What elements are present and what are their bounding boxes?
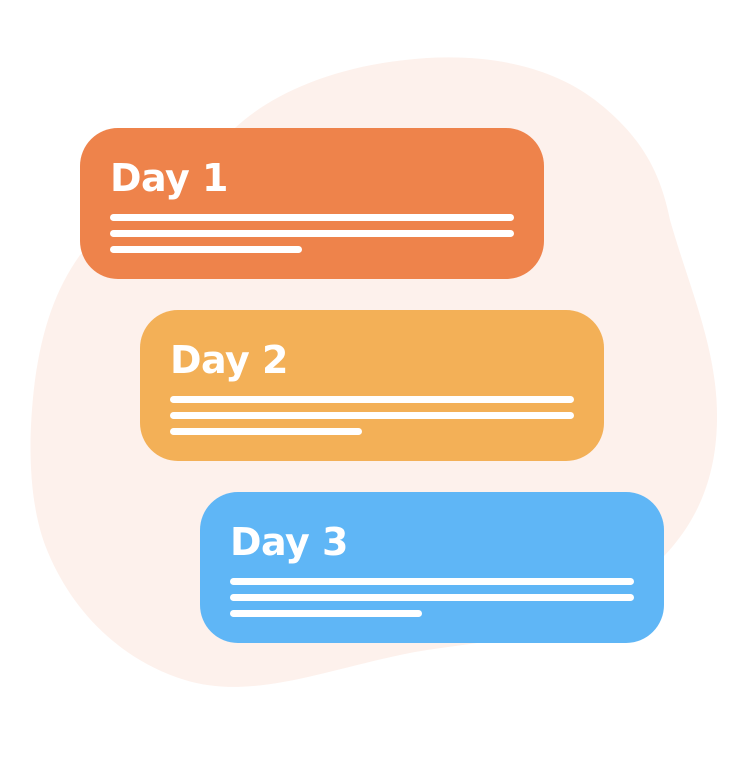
text-placeholder-line	[170, 412, 574, 419]
text-placeholder-line	[110, 214, 514, 221]
day-card-3: Day 3	[200, 492, 664, 643]
day-card-title: Day 2	[170, 338, 288, 382]
day-card-2: Day 2	[140, 310, 604, 461]
day-card-1: Day 1	[80, 128, 544, 279]
text-placeholder-line	[230, 578, 634, 585]
day-card-title: Day 3	[230, 520, 348, 564]
text-placeholder-line-short	[110, 246, 302, 253]
text-placeholder-line	[110, 230, 514, 237]
text-placeholder-line	[230, 594, 634, 601]
text-placeholder-line-short	[170, 428, 362, 435]
text-placeholder-line	[170, 396, 574, 403]
day-card-title: Day 1	[110, 156, 228, 200]
text-placeholder-line-short	[230, 610, 422, 617]
